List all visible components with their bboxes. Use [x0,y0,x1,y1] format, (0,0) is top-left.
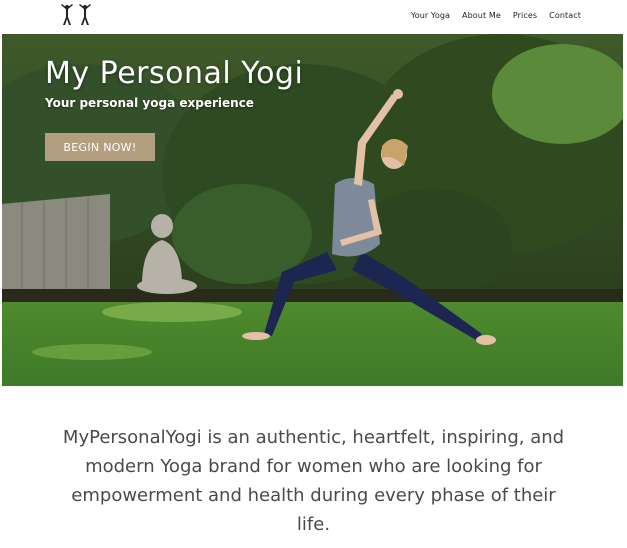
nav-prices[interactable]: Prices [513,11,537,20]
begin-now-button[interactable]: BEGIN NOW! [45,133,155,161]
mission-statement: MyPersonalYogi is an authentic, heartfel… [62,427,565,535]
nav-about-me[interactable]: About Me [462,11,501,20]
site-header: Your Yoga About Me Prices Contact [0,0,627,33]
hero-title: My Personal Yogi [45,56,304,91]
hero-section: My Personal Yogi Your personal yoga expe… [2,34,623,386]
yoga-poses-logo-icon[interactable] [58,3,94,27]
nav-your-yoga[interactable]: Your Yoga [411,11,450,20]
nav-contact[interactable]: Contact [549,11,581,20]
hero-subtitle: Your personal yoga experience [45,96,254,110]
main-nav: Your Yoga About Me Prices Contact [399,11,581,20]
